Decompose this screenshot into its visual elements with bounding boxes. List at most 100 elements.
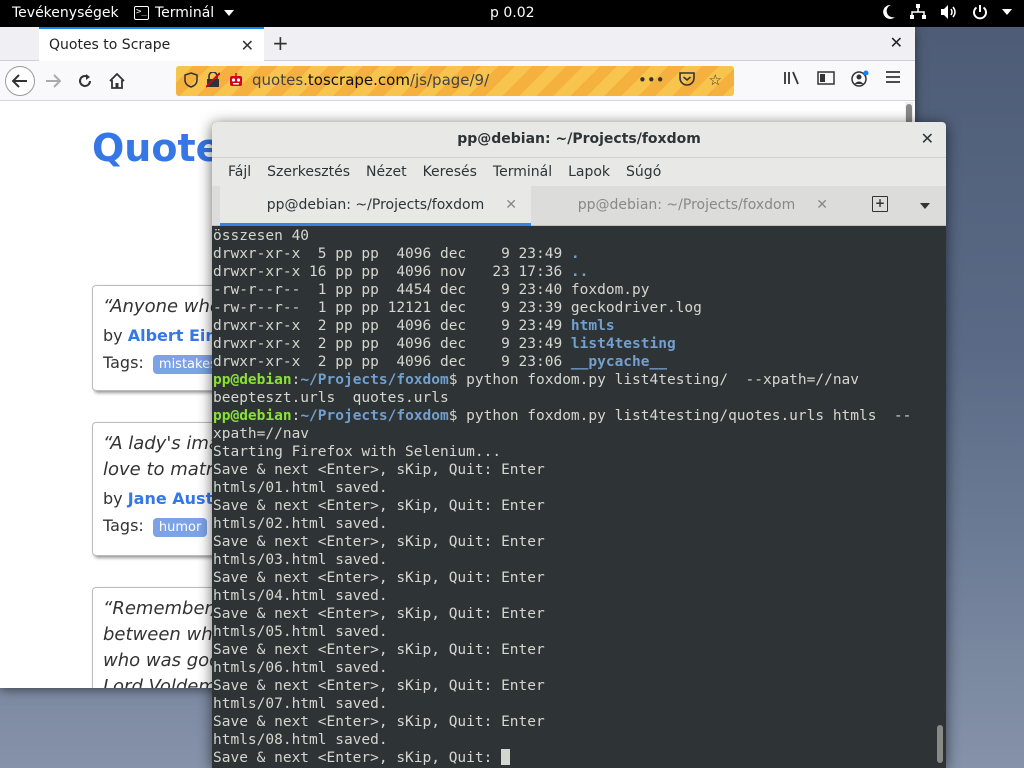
terminal-text-segment: drwxr-xr-x 2 pp pp 4096 dec 9 23:06 [213,354,571,370]
terminal-text-segment: összesen 40 [213,228,310,244]
terminal-header-bar[interactable]: pp@debian: ~/Projects/foxdom ✕ [212,122,946,158]
tags-label: Tags: [103,353,144,372]
browser-tab-bar: Quotes to Scrape ✕ + ✕ [0,27,915,61]
terminal-line: htmls/04.html saved. [213,587,934,605]
menu-tabs[interactable]: Lapok [560,158,618,186]
url-bar[interactable]: quotes.toscrape.com/js/page/9/ ••• ☆ [176,66,734,96]
terminal-text-segment: drwxr-xr-x 2 pp pp 4096 dec 9 23:49 [213,318,571,334]
back-arrow-icon[interactable] [5,66,35,96]
window-close-icon[interactable]: ✕ [890,33,903,52]
by-label: by [103,489,123,508]
tag-link[interactable]: humor [152,518,208,537]
terminal-text-segment: Save & next <Enter>, sKip, Quit: Enter [213,678,545,694]
terminal-line: Starting Firefox with Selenium... [213,443,934,461]
terminal-text-segment: list4testing [570,336,676,352]
volume-icon [940,4,958,20]
bookmark-star-icon[interactable]: ☆ [709,71,722,90]
terminal-line: drwxr-xr-x 2 pp pp 4096 dec 9 23:06 __py… [213,353,934,371]
system-tray[interactable] [882,4,1012,20]
terminal-output[interactable]: összesen 40 drwxr-xr-x 5 pp pp 4096 dec 9… [212,227,934,768]
night-light-icon [882,4,896,20]
menu-help[interactable]: Súgó [618,158,669,186]
terminal-line: -rw-r--r-- 1 pp pp 12121 dec 9 23:39 gec… [213,299,934,317]
terminal-tab-label: pp@debian: ~/Projects/foxdom [266,197,485,213]
scrollbar-thumb[interactable] [937,725,943,763]
terminal-text-segment: drwxr-xr-x 2 pp pp 4096 dec 9 23:49 [213,336,571,352]
terminal-line: htmls/02.html saved. [213,515,934,533]
library-icon[interactable] [783,70,801,92]
terminal-line: htmls/06.html saved. [213,659,934,677]
account-icon[interactable] [851,70,869,92]
terminal-text-segment: pp@debian [213,372,292,388]
activities-button[interactable]: Tevékenységek [12,5,119,21]
terminal-text-segment: __pycache__ [570,354,667,370]
terminal-line: drwxr-xr-x 5 pp pp 4096 dec 9 23:49 . [213,245,934,263]
pocket-icon[interactable] [678,71,695,90]
terminal-line: htmls/03.html saved. [213,551,934,569]
browser-tab-title: Quotes to Scrape [49,37,171,53]
close-icon[interactable]: ✕ [241,36,254,55]
chevron-down-icon[interactable] [920,203,930,209]
home-icon[interactable] [102,66,132,96]
terminal-menubar: Fájl Szerkesztés Nézet Keresés Terminál … [212,158,946,186]
menu-edit[interactable]: Szerkesztés [259,158,358,186]
terminal-tab[interactable]: pp@debian: ~/Projects/foxdom ✕ [531,186,842,226]
terminal-text-segment: Save & next <Enter>, sKip, Quit: [213,750,502,766]
terminal-line: Save & next <Enter>, sKip, Quit: Enter [213,605,934,623]
menu-file[interactable]: Fájl [220,158,259,186]
terminal-app-icon: >_ [134,6,149,20]
new-tab-plus-icon[interactable]: + [272,31,289,55]
app-menu-button[interactable]: >_ Terminál [134,5,235,21]
terminal-line: xpath=//nav [213,425,934,443]
terminal-text-segment: Starting Firefox with Selenium... [213,444,502,460]
close-icon[interactable]: ✕ [505,197,517,213]
terminal-text-segment: -rw-r--r-- 1 pp pp 12121 dec 9 23:39 gec… [213,300,702,316]
browser-tab-active[interactable]: Quotes to Scrape ✕ [39,27,264,61]
close-icon[interactable]: ✕ [921,129,934,148]
tracking-shield-icon[interactable] [184,72,198,92]
remote-control-robot-icon[interactable] [228,72,244,92]
terminal-scrollbar[interactable] [934,227,946,768]
terminal-line: beepteszt.urls quotes.urls [213,389,934,407]
url-path: /js/page/9/ [409,71,490,89]
power-icon [972,4,988,20]
clock[interactable]: p 0.02 [490,5,535,21]
new-tab-icon[interactable]: + [872,196,888,212]
terminal-text-segment: : [291,372,301,388]
terminal-text-segment: xpath=//nav [213,426,310,442]
terminal-line: Save & next <Enter>, sKip, Quit: Enter [213,533,934,551]
terminal-text-segment: Save & next <Enter>, sKip, Quit: Enter [213,642,545,658]
terminal-text-segment: .. [570,264,589,280]
terminal-text-segment: htmls/02.html saved. [213,516,388,532]
hamburger-menu-icon[interactable] [885,70,901,92]
network-icon [910,4,926,20]
terminal-line: összesen 40 [213,227,934,245]
terminal-text-segment: : [291,408,301,424]
reload-icon[interactable] [70,66,100,96]
terminal-text-segment: beepteszt.urls quotes.urls [213,390,449,406]
terminal-line: htmls/07.html saved. [213,695,934,713]
terminal-line: htmls/05.html saved. [213,623,934,641]
terminal-tab-active[interactable]: pp@debian: ~/Projects/foxdom ✕ [220,186,531,226]
terminal-line: drwxr-xr-x 2 pp pp 4096 dec 9 23:49 html… [213,317,934,335]
app-menu-label: Terminál [155,5,215,21]
sidebar-icon[interactable] [817,70,835,92]
menu-search[interactable]: Keresés [415,158,485,186]
close-icon[interactable]: ✕ [816,197,828,213]
terminal-text-segment: $ python foxdom.py list4testing/ --xpath… [448,372,860,388]
terminal-text-segment: drwxr-xr-x 5 pp pp 4096 dec 9 23:49 [213,246,571,262]
menu-view[interactable]: Nézet [358,158,415,186]
url-domain: toscrape.com [307,71,410,89]
insecure-lock-icon[interactable] [205,71,221,92]
forward-arrow-icon[interactable] [38,66,68,96]
terminal-line: Save & next <Enter>, sKip, Quit: Enter [213,497,934,515]
page-actions-icon[interactable]: ••• [638,71,665,90]
terminal-text-segment: Save & next <Enter>, sKip, Quit: Enter [213,498,545,514]
terminal-line: Save & next <Enter>, sKip, Quit: Enter [213,569,934,587]
terminal-line: Save & next <Enter>, sKip, Quit: Enter [213,677,934,695]
terminal-line: Save & next <Enter>, sKip, Quit: Enter [213,641,934,659]
terminal-text-segment: Save & next <Enter>, sKip, Quit: Enter [213,462,545,478]
browser-nav-bar: quotes.toscrape.com/js/page/9/ ••• ☆ [0,61,915,101]
menu-terminal[interactable]: Terminál [485,158,560,186]
terminal-text-segment: htmls/08.html saved. [213,732,388,748]
